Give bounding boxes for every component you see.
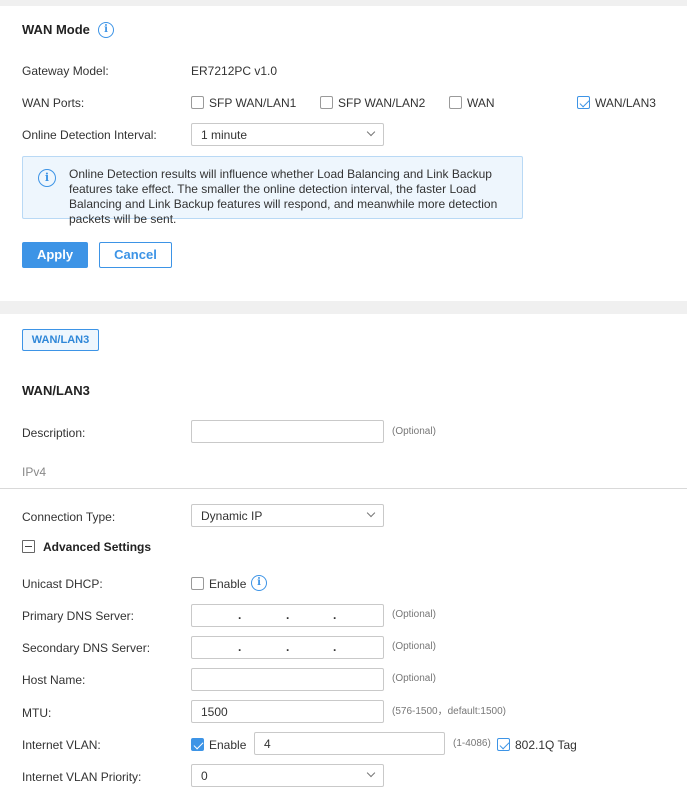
- ipv4-section-label: IPv4: [22, 465, 47, 479]
- online-detection-info-box: i Online Detection results will influenc…: [22, 156, 523, 226]
- advanced-settings-toggle[interactable]: Advanced Settings: [43, 540, 151, 554]
- host-name-input[interactable]: [191, 668, 384, 691]
- mtu-input[interactable]: [191, 700, 384, 723]
- port-wan-lan3-label: WAN/LAN3: [595, 96, 656, 110]
- connection-type-value: Dynamic IP: [201, 509, 263, 523]
- port-wan-label: WAN: [467, 96, 495, 110]
- internet-vlan-label: Internet VLAN:: [22, 738, 101, 752]
- description-input[interactable]: [191, 420, 384, 443]
- tag-8021q-checkbox[interactable]: [497, 738, 510, 751]
- chevron-down-icon: [366, 508, 376, 518]
- tag-8021q-label: 802.1Q Tag: [515, 738, 577, 752]
- port-title: WAN/LAN3: [22, 383, 90, 398]
- port-wan-lan3-checkbox[interactable]: [577, 96, 590, 109]
- port-sfp-wan-lan2-checkbox[interactable]: [320, 96, 333, 109]
- host-name-optional-hint: (Optional): [392, 673, 436, 684]
- gateway-model-label: Gateway Model:: [22, 64, 109, 78]
- secondary-dns-input[interactable]: ...: [191, 636, 384, 659]
- chevron-down-icon: [366, 768, 376, 778]
- primary-dns-input[interactable]: ...: [191, 604, 384, 627]
- gateway-model-value: ER7212PC v1.0: [191, 64, 278, 78]
- vlan-priority-value: 0: [201, 769, 208, 783]
- internet-vlan-enable-label: Enable: [209, 738, 247, 752]
- unicast-dhcp-checkbox[interactable]: [191, 577, 204, 590]
- cancel-button[interactable]: Cancel: [99, 242, 172, 268]
- ipv4-divider: [0, 488, 687, 489]
- internet-vlan-enable-checkbox[interactable]: [191, 738, 204, 751]
- collapse-icon[interactable]: [22, 540, 35, 553]
- info-text: Online Detection results will influence …: [69, 167, 498, 226]
- info-icon: i: [38, 169, 56, 187]
- vlan-priority-select[interactable]: 0: [191, 764, 384, 787]
- chevron-down-icon: [366, 127, 376, 137]
- apply-button[interactable]: Apply: [22, 242, 88, 268]
- internet-vlan-input[interactable]: [254, 732, 445, 755]
- port-sfp-wan-lan1-label: SFP WAN/LAN1: [209, 96, 297, 110]
- description-optional-hint: (Optional): [392, 426, 436, 437]
- connection-type-label: Connection Type:: [22, 510, 116, 524]
- primary-dns-label: Primary DNS Server:: [22, 609, 135, 623]
- internet-vlan-hint: (1-4086): [453, 738, 491, 749]
- online-detection-select[interactable]: 1 minute: [191, 123, 384, 146]
- online-detection-value: 1 minute: [201, 128, 248, 142]
- primary-dns-optional-hint: (Optional): [392, 609, 436, 620]
- info-icon[interactable]: i: [251, 575, 267, 591]
- mtu-hint: (576-1500，default:1500): [392, 706, 506, 717]
- unicast-dhcp-enable-label: Enable: [209, 577, 247, 591]
- port-sfp-wan-lan2-label: SFP WAN/LAN2: [338, 96, 426, 110]
- vlan-priority-label: Internet VLAN Priority:: [22, 770, 142, 784]
- wan-mode-title: WAN Mode: [22, 22, 90, 37]
- port-sfp-wan-lan1-checkbox[interactable]: [191, 96, 204, 109]
- host-name-label: Host Name:: [22, 673, 86, 687]
- wan-port-panel: [0, 314, 687, 800]
- connection-type-select[interactable]: Dynamic IP: [191, 504, 384, 527]
- wan-ports-label: WAN Ports:: [22, 96, 85, 110]
- description-label: Description:: [22, 426, 86, 440]
- secondary-dns-optional-hint: (Optional): [392, 641, 436, 652]
- unicast-dhcp-label: Unicast DHCP:: [22, 577, 103, 591]
- tab-wan-lan3[interactable]: WAN/LAN3: [22, 329, 99, 351]
- mtu-label: MTU:: [22, 706, 52, 720]
- secondary-dns-label: Secondary DNS Server:: [22, 641, 151, 655]
- online-detection-label: Online Detection Interval:: [22, 128, 157, 142]
- info-icon[interactable]: i: [98, 22, 114, 38]
- port-wan-checkbox[interactable]: [449, 96, 462, 109]
